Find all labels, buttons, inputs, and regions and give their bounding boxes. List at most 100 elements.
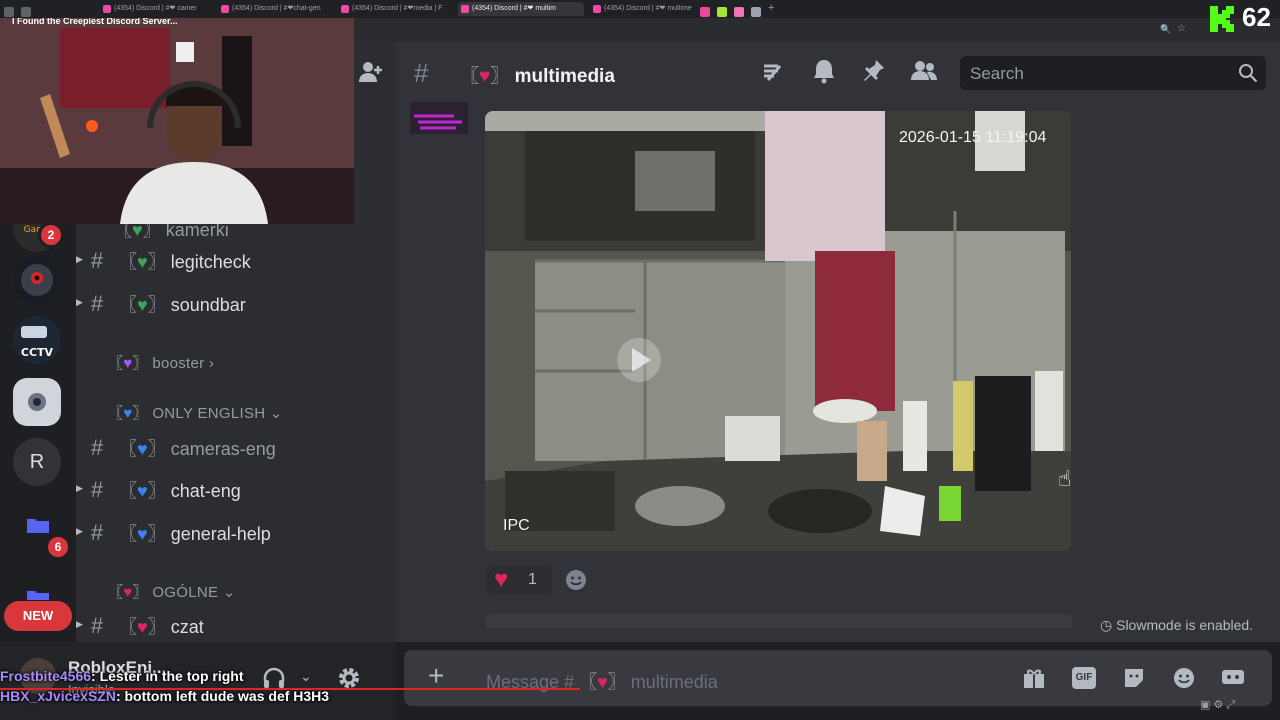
sticker-icon[interactable]: [1122, 666, 1146, 690]
channel-item-czat[interactable]: ▶ # 〖♥〗 czat: [76, 613, 204, 643]
bell-icon[interactable]: [812, 58, 836, 84]
server-icon[interactable]: [13, 256, 61, 304]
live-chat-overlay: Frostbite4566: Lester in the top right H…: [0, 668, 329, 704]
author-avatar[interactable]: [410, 102, 468, 134]
mention-badge: 6: [45, 534, 71, 560]
chat-username: HBX_xJvicexSZN: [0, 688, 116, 704]
text-channel-icon: #: [90, 613, 104, 638]
add-friend-icon[interactable]: [358, 60, 384, 84]
next-message-attachment: [486, 614, 1072, 628]
search-icon: [1238, 63, 1258, 83]
red-heart-icon: ♥: [479, 66, 491, 87]
browser-tab[interactable]: (4354) Discord | #❤ multime: [590, 2, 708, 16]
add-reaction-icon[interactable]: [564, 568, 588, 592]
kick-logo-icon: [1208, 4, 1238, 34]
folder-icon[interactable]: [26, 588, 50, 600]
blue-heart-icon: ♥: [123, 405, 133, 422]
chat-message: Frostbite4566: Lester in the top right: [0, 668, 329, 684]
green-heart-icon: ♥: [137, 295, 148, 315]
channel-item-soundbar[interactable]: ▶ # 〖♥〗 soundbar: [76, 291, 246, 321]
kick-viewer-count: 62: [1242, 2, 1271, 32]
video-attachment[interactable]: 2026-01-15 11:19:04 IPC: [485, 111, 1071, 551]
browser-tab[interactable]: (4354) Discord | #❤chat-gen: [218, 2, 336, 16]
text-channel-icon: #: [90, 435, 104, 460]
discord-tab-icon: [103, 5, 111, 13]
new-tab-icon[interactable]: +: [768, 2, 774, 14]
server-icon-letter[interactable]: R: [13, 438, 61, 486]
slowmode-notice: ◷ Slowmode is enabled.: [1100, 617, 1254, 633]
blue-heart-icon: ♥: [137, 524, 148, 544]
mention-badge: 2: [38, 222, 64, 248]
discord-tab-icon: [341, 5, 349, 13]
unread-indicator-icon: ▶: [76, 297, 83, 307]
pin-icon[interactable]: [862, 58, 886, 84]
bookmark-star-icon[interactable]: ☆: [1177, 23, 1186, 34]
blue-heart-icon: ♥: [137, 439, 148, 459]
mouse-cursor-icon: ☝: [1058, 466, 1072, 491]
browser-tab-strip: (4354) Discord | #❤ camer (4354) Discord…: [0, 0, 1280, 18]
channel-title: 〖♥〗 multimedia: [460, 66, 615, 87]
browser-tab[interactable]: (4354) Discord | #❤ camer: [100, 2, 218, 16]
video-timestamp: 2026-01-15 11:19:04: [899, 129, 1047, 146]
upload-plus-icon[interactable]: +: [428, 662, 444, 690]
channel-item-legitcheck[interactable]: ▶ # 〖♥〗 legitcheck: [76, 248, 251, 278]
text-channel-icon: #: [414, 58, 429, 88]
video-progress-bar[interactable]: [0, 688, 580, 690]
new-messages-pill[interactable]: NEW: [4, 601, 72, 631]
server-icon-camera[interactable]: [13, 378, 61, 426]
search-input[interactable]: Search: [960, 56, 1266, 90]
threads-icon[interactable]: [760, 60, 786, 86]
red-heart-icon: ♥: [597, 672, 608, 692]
browser-tab-active[interactable]: (4354) Discord | #❤ multim: [458, 2, 584, 16]
discord-tab-icon: [461, 5, 469, 13]
folder-icon[interactable]: [26, 516, 50, 534]
stream-title: I Found the Creepiest Discord Server...: [12, 18, 178, 26]
svg-text:CCTV: CCTV: [21, 346, 54, 359]
text-channel-icon: #: [90, 248, 104, 273]
unread-indicator-icon: ▶: [76, 483, 83, 493]
streamer-webcam: I Found the Creepiest Discord Server...: [0, 18, 354, 224]
channel-item-cameras-eng[interactable]: # 〖♥〗 cameras-eng: [80, 435, 276, 465]
video-watermark: IPC: [503, 517, 530, 534]
chat-message: HBX_xJvicexSZN: bottom left dude was def…: [0, 688, 329, 704]
red-heart-icon: ♥: [123, 584, 133, 601]
red-heart-icon: ♥: [137, 617, 148, 637]
message-input[interactable]: Message # 〖♥〗 multimedia: [486, 668, 718, 694]
browser-tab[interactable]: (4354) Discord | #❤media | F: [338, 2, 456, 16]
chevron-down-icon: ⌄: [269, 405, 283, 422]
unread-indicator-icon: ▶: [76, 254, 83, 264]
discord-tab-icon: [221, 5, 229, 13]
threads-channel-icon: #: [90, 477, 104, 502]
gif-icon[interactable]: GIF: [1072, 667, 1096, 689]
clock-icon: ◷: [1100, 617, 1113, 633]
player-controls[interactable]: ▣ ⚙ ⤢: [1200, 698, 1235, 712]
unread-indicator-icon: ▶: [76, 526, 83, 536]
member-list-icon[interactable]: [910, 58, 938, 84]
chat-username: Frostbite4566: [0, 668, 92, 684]
message-composer[interactable]: + Message # 〖♥〗 multimedia GIF: [404, 650, 1272, 706]
chevron-right-icon: ›: [208, 355, 215, 372]
zoom-icon[interactable]: 🔍: [1160, 24, 1171, 35]
unread-indicator-icon: ▶: [76, 619, 83, 629]
chat-text: : Lester in the top right: [91, 668, 244, 684]
purple-heart-icon: ♥: [123, 355, 133, 372]
green-heart-icon: ♥: [137, 252, 148, 272]
chat-text: : bottom left dude was def H3H3: [115, 688, 330, 704]
category-booster[interactable]: 〖♥〗 booster ›: [108, 352, 214, 373]
channel-item-chat-eng[interactable]: ▶ # 〖♥〗 chat-eng: [76, 477, 241, 507]
blue-heart-icon: ♥: [137, 481, 148, 501]
category-ogolne[interactable]: 〖♥〗 OGÓLNE ⌄: [108, 581, 236, 602]
apps-icon[interactable]: [1220, 666, 1246, 690]
search-placeholder: Search: [970, 64, 1024, 83]
reaction-count: 1: [528, 571, 537, 588]
channel-item-general-help[interactable]: ▶ # 〖♥〗 general-help: [76, 520, 271, 550]
server-icon-cctv[interactable]: CCTV: [13, 316, 61, 364]
gift-icon[interactable]: [1022, 666, 1046, 690]
category-only-english[interactable]: 〖♥〗 ONLY ENGLISH ⌄: [108, 402, 283, 423]
text-channel-icon: #: [90, 291, 104, 316]
red-heart-icon: ♥: [494, 566, 509, 593]
reaction-heart[interactable]: ♥ 1: [486, 565, 552, 595]
threads-channel-icon: #: [90, 520, 104, 545]
chevron-down-icon: ⌄: [222, 584, 236, 601]
emoji-icon[interactable]: [1172, 666, 1196, 690]
